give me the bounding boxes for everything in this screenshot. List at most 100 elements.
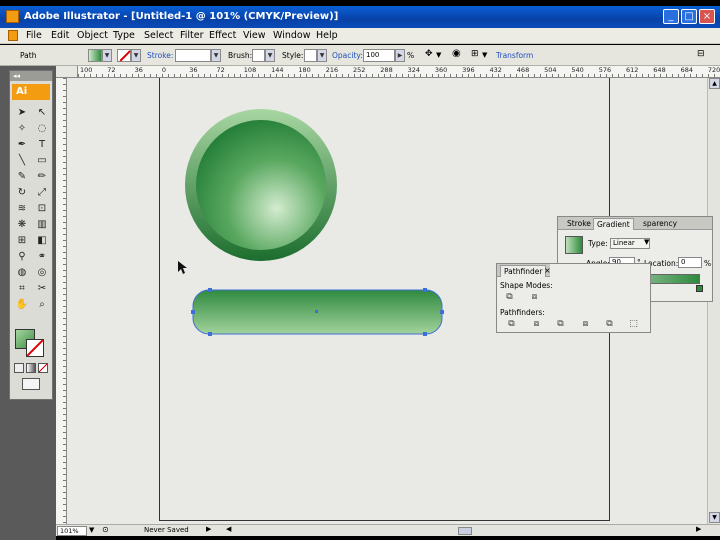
status-bar: 101% ▼ ⊙ Never Saved ▶ ◀ ▶ <box>56 524 720 536</box>
menu-select[interactable]: Select <box>144 30 173 41</box>
document-icon[interactable] <box>8 30 18 41</box>
eyedropper-tool-icon[interactable]: ⚲ <box>13 249 31 264</box>
opacity-arrow[interactable]: ▶ <box>395 49 405 62</box>
stroke-swatch[interactable] <box>117 49 131 62</box>
column-graph-tool-icon[interactable]: ▥ <box>33 217 51 232</box>
menu-window[interactable]: Window <box>273 30 310 41</box>
crop-area-tool-icon[interactable]: ⌗ <box>13 281 31 296</box>
magic-wand-tool-icon[interactable]: ✧ <box>13 121 31 136</box>
gradient-circle-button[interactable] <box>185 109 337 261</box>
menu-filter[interactable]: Filter <box>180 30 204 41</box>
direct-selection-tool-icon[interactable]: ↖ <box>33 105 51 120</box>
mouse-cursor-icon <box>178 261 187 274</box>
fill-swatch[interactable] <box>88 49 102 62</box>
horizontal-ruler[interactable]: 100 72 36 0 36 72 108 144 180 216 252 288 324 360 396 4… <box>78 66 720 78</box>
color-mode-icon[interactable] <box>14 363 24 373</box>
stroke-weight-dropdown-arrow[interactable]: ▼ <box>211 49 221 62</box>
location-field[interactable]: 0 <box>678 257 702 268</box>
scroll-left-arrow[interactable]: ◀ <box>226 525 231 533</box>
pen-tool-icon[interactable]: ✒ <box>13 137 31 152</box>
mesh-tool-icon[interactable]: ⊞ <box>13 233 31 248</box>
outline-icon[interactable]: ⧉ <box>603 318 616 330</box>
tab-gradient[interactable]: Gradient <box>593 218 634 230</box>
maximize-button[interactable]: □ <box>681 9 697 24</box>
menu-object[interactable]: Object <box>77 30 108 41</box>
style-swatch[interactable] <box>304 49 317 62</box>
transform-link[interactable]: Transform <box>496 51 533 60</box>
slice-tool-icon[interactable]: ✂ <box>33 281 51 296</box>
gradient-tool-icon[interactable]: ◧ <box>33 233 51 248</box>
type-tool-icon[interactable]: T <box>33 137 51 152</box>
gradient-mode-icon[interactable] <box>26 363 36 373</box>
menu-help[interactable]: Help <box>316 30 338 41</box>
screen-mode-button[interactable] <box>22 378 40 390</box>
stroke-weight-field[interactable] <box>175 49 211 62</box>
paintbrush-tool-icon[interactable]: ✎ <box>13 169 31 184</box>
line-tool-icon[interactable]: ╲ <box>13 153 31 168</box>
zoom-tool-icon[interactable]: ⌕ <box>33 297 51 312</box>
zoom-level-field[interactable]: 101% <box>57 526 87 536</box>
gradient-type-dropdown-arrow[interactable]: ▼ <box>644 238 649 246</box>
menu-edit[interactable]: Edit <box>51 30 69 41</box>
selection-tool-icon[interactable]: ➤ <box>13 105 31 120</box>
style-dropdown-arrow[interactable]: ▼ <box>317 49 327 62</box>
zoom-dropdown-arrow[interactable]: ▼ <box>89 526 94 534</box>
merge-icon[interactable]: ⧉ <box>554 318 567 330</box>
pathfinders-label: Pathfinders: <box>500 308 545 317</box>
scroll-up-arrow[interactable]: ▲ <box>709 78 720 89</box>
menu-file[interactable]: File <box>26 30 42 41</box>
pencil-tool-icon[interactable]: ✏ <box>33 169 51 184</box>
none-mode-icon[interactable] <box>38 363 48 373</box>
brush-swatch[interactable] <box>252 49 265 62</box>
close-window-button[interactable]: × <box>699 9 715 24</box>
menu-effect[interactable]: Effect <box>209 30 236 41</box>
scale-tool-icon[interactable]: ⤢ <box>33 185 51 200</box>
align-icon[interactable]: ⊞ <box>471 49 479 59</box>
add-to-shape-icon[interactable]: ⧉ <box>503 291 516 303</box>
free-transform-tool-icon[interactable]: ⊡ <box>33 201 51 216</box>
tab-stroke[interactable]: Stroke <box>564 218 594 230</box>
menu-type[interactable]: Type <box>113 30 135 41</box>
stroke-color-swatch[interactable] <box>26 339 44 357</box>
lasso-tool-icon[interactable]: ◌ <box>33 121 51 136</box>
vertical-ruler[interactable] <box>56 78 67 524</box>
tab-pathfinder[interactable]: Pathfinder <box>500 265 547 277</box>
brush-dropdown-arrow[interactable]: ▼ <box>265 49 275 62</box>
subtract-shape-icon[interactable]: ⧈ <box>528 291 541 303</box>
panel-menu-icon[interactable]: ⊟ <box>697 49 705 59</box>
scratch-icon[interactable]: ⊙ <box>102 525 109 534</box>
blend-tool-icon[interactable]: ⚭ <box>33 249 51 264</box>
divide-icon[interactable]: ⧉ <box>505 318 518 330</box>
ruler-origin[interactable] <box>56 66 78 78</box>
horizontal-scroll-thumb[interactable] <box>458 527 472 535</box>
isolate-icon[interactable]: ◉ <box>452 48 461 59</box>
live-paint-tool-icon[interactable]: ◍ <box>13 265 31 280</box>
align-dropdown-arrow[interactable]: ▼ <box>482 51 487 59</box>
warp-tool-icon[interactable]: ≋ <box>13 201 31 216</box>
tab-transparency[interactable]: sparency <box>640 218 680 230</box>
fill-dropdown-arrow[interactable]: ▼ <box>102 49 112 62</box>
rectangle-tool-icon[interactable]: ▭ <box>33 153 51 168</box>
recolor-icon[interactable]: ✥ <box>425 49 433 59</box>
recolor-dropdown-arrow[interactable]: ▼ <box>436 51 441 59</box>
status-menu-arrow[interactable]: ▶ <box>206 525 211 533</box>
opacity-field[interactable]: 100 <box>363 49 395 62</box>
scroll-down-arrow[interactable]: ▼ <box>709 512 720 523</box>
minimize-button[interactable]: _ <box>663 9 679 24</box>
gradient-stop-end[interactable] <box>696 285 703 292</box>
pathfinder-close-icon[interactable]: × <box>544 266 551 275</box>
rotate-tool-icon[interactable]: ↻ <box>13 185 31 200</box>
live-paint-selection-tool-icon[interactable]: ◎ <box>33 265 51 280</box>
toolbox-collapse-toggle[interactable]: ◂◂ <box>10 71 52 81</box>
stroke-label[interactable]: Stroke: <box>147 51 173 60</box>
hand-tool-icon[interactable]: ✋ <box>13 297 31 312</box>
menu-view[interactable]: View <box>243 30 266 41</box>
scroll-right-arrow[interactable]: ▶ <box>696 525 701 533</box>
stroke-dropdown-arrow[interactable]: ▼ <box>131 49 141 62</box>
crop-icon[interactable]: ⧈ <box>579 318 592 330</box>
opacity-label[interactable]: Opacity: <box>332 51 363 60</box>
gradient-preview-swatch[interactable] <box>565 236 583 254</box>
symbol-sprayer-tool-icon[interactable]: ❋ <box>13 217 31 232</box>
minus-back-icon[interactable]: ⬚ <box>627 318 640 330</box>
trim-icon[interactable]: ⧈ <box>530 318 543 330</box>
